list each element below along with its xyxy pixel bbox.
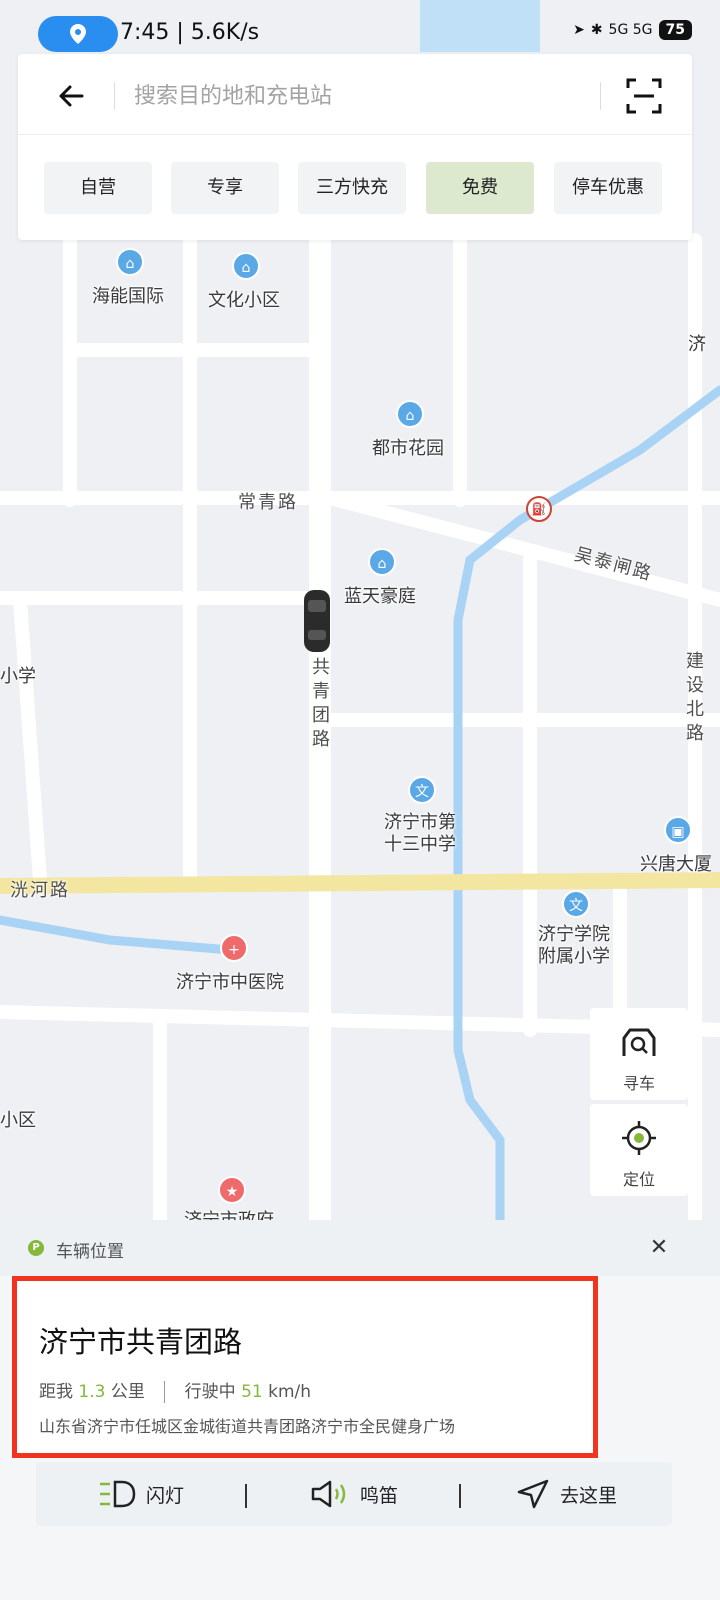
poi-haineng[interactable]: 海能国际 (92, 282, 164, 308)
headlight-icon (100, 1480, 136, 1508)
poi-school13[interactable]: 济宁市第 十三中学 (384, 812, 456, 856)
location-indicator (38, 16, 118, 52)
divider (114, 82, 115, 110)
vehicle-marker-icon[interactable] (302, 588, 332, 654)
action-divider (459, 1484, 461, 1508)
navigate-label: 去这里 (560, 1484, 618, 1507)
status-prefix: 行驶中 (184, 1382, 236, 1402)
road-gongqingtuan: 共 青 团 路 (312, 657, 330, 750)
poi-hospital[interactable]: 济宁市中医院 (176, 968, 284, 994)
hospital-pin-icon: + (220, 934, 248, 962)
distance-unit: 公里 (110, 1382, 145, 1402)
find-car-button[interactable]: 寻车 (590, 1008, 688, 1100)
horn-button[interactable]: 鸣笛 (310, 1462, 398, 1526)
vehicle-meta: 距我 1.3 公里 行驶中 51 km/h (39, 1377, 311, 1403)
vehicle-place-name: 济宁市共青团路 (39, 1325, 243, 1359)
action-divider (245, 1484, 247, 1508)
close-icon[interactable]: ✕ (646, 1236, 672, 1262)
status-bar: 7:45 | 5.6K/s ➤ ✱ 5G 5G 75 (0, 12, 720, 56)
sheet-title: 车辆位置 (56, 1242, 124, 1262)
locate-crosshair-icon (622, 1121, 656, 1155)
location-pin-icon (70, 24, 86, 44)
sheet-header: P 车辆位置 ✕ (0, 1220, 720, 1276)
signal-icon: 5G 5G (608, 22, 653, 38)
filter-chip-sanfang[interactable]: 三方快充 (298, 162, 406, 214)
poi-wenhua[interactable]: 文化小区 (208, 286, 280, 312)
gas-station-icon: ⛽ (526, 496, 552, 522)
poi-xingtang[interactable]: 兴唐大厦 (640, 850, 712, 876)
vehicle-address: 山东省济宁市任城区金城街道共青团路济宁市全民健身广场 (39, 1417, 456, 1436)
road-guanghe: 洸河路 (10, 880, 70, 901)
status-icons: ➤ ✱ 5G 5G 75 (573, 20, 692, 40)
poi-xueyuan[interactable]: 济宁学院 附属小学 (538, 924, 610, 968)
find-car-label: 寻车 (622, 1074, 655, 1093)
road-changqing: 常青路 (238, 492, 298, 513)
poi-edge-xiaoxue: 小学 (0, 666, 36, 687)
search-card: 自营 专享 三方快充 免费 停车优惠 (18, 54, 692, 240)
navigate-button[interactable]: 去这里 (516, 1462, 617, 1526)
action-bar: 闪灯 鸣笛 去这里 (36, 1462, 672, 1526)
poi-edge-ji: 济 (688, 334, 706, 355)
parking-dot-icon: P (28, 1240, 44, 1256)
search-input[interactable] (134, 74, 594, 118)
status-time: 7:45 | 5.6K/s (120, 20, 260, 45)
battery-indicator: 75 (658, 20, 692, 40)
poi-gov[interactable]: 济宁市政府 (184, 1206, 274, 1220)
school-pin-icon: 文 (408, 776, 436, 804)
horn-label: 鸣笛 (360, 1484, 399, 1507)
filter-chip-tingche[interactable]: 停车优惠 (554, 162, 662, 214)
filter-chip-mianfei[interactable]: 免费 (426, 162, 534, 214)
poi-lantian[interactable]: 蓝天豪庭 (344, 582, 416, 608)
distance-prefix: 距我 (39, 1382, 73, 1402)
speed-value: 51 (241, 1382, 263, 1402)
divider (600, 82, 601, 110)
government-pin-icon: ★ (218, 1176, 246, 1204)
school-pin-icon: 文 (562, 890, 590, 918)
back-arrow-icon[interactable] (52, 76, 92, 116)
vehicle-info-box: 济宁市共青团路 距我 1.3 公里 行驶中 51 km/h 山东省济宁市任城区金… (12, 1276, 598, 1458)
filter-chip-zhuanxiang[interactable]: 专享 (171, 162, 279, 214)
navigation-arrow-icon: ➤ (573, 22, 585, 38)
speed-unit: km/h (268, 1382, 312, 1402)
locate-label: 定位 (622, 1170, 655, 1189)
residential-pin-icon: ⌂ (396, 400, 424, 428)
locate-button[interactable]: 定位 (590, 1104, 688, 1196)
find-car-icon (622, 1028, 656, 1056)
flash-label: 闪灯 (146, 1484, 185, 1507)
residential-pin-icon: ⌂ (368, 548, 396, 576)
speaker-icon (311, 1480, 346, 1508)
meta-divider (164, 1381, 166, 1403)
road-jianshe: 建 设 北 路 (686, 651, 704, 744)
building-pin-icon: ▣ (664, 816, 692, 844)
residential-pin-icon: ⌂ (116, 248, 144, 276)
filter-chip-ziying[interactable]: 自营 (44, 162, 152, 214)
navigate-arrow-icon (517, 1479, 549, 1509)
poi-dushi[interactable]: 都市花园 (372, 434, 444, 460)
distance-value: 1.3 (78, 1382, 106, 1402)
bluetooth-icon: ✱ (590, 22, 603, 38)
residential-pin-icon: ⌂ (232, 252, 260, 280)
scan-icon[interactable] (626, 78, 662, 114)
flash-lights-button[interactable]: 闪灯 (98, 1462, 184, 1526)
vehicle-sheet: P 车辆位置 ✕ 济宁市共青团路 距我 1.3 公里 行驶中 51 km/h 山… (0, 1220, 720, 1600)
poi-edge-qu: 小区 (0, 1110, 36, 1131)
separator (18, 134, 692, 135)
